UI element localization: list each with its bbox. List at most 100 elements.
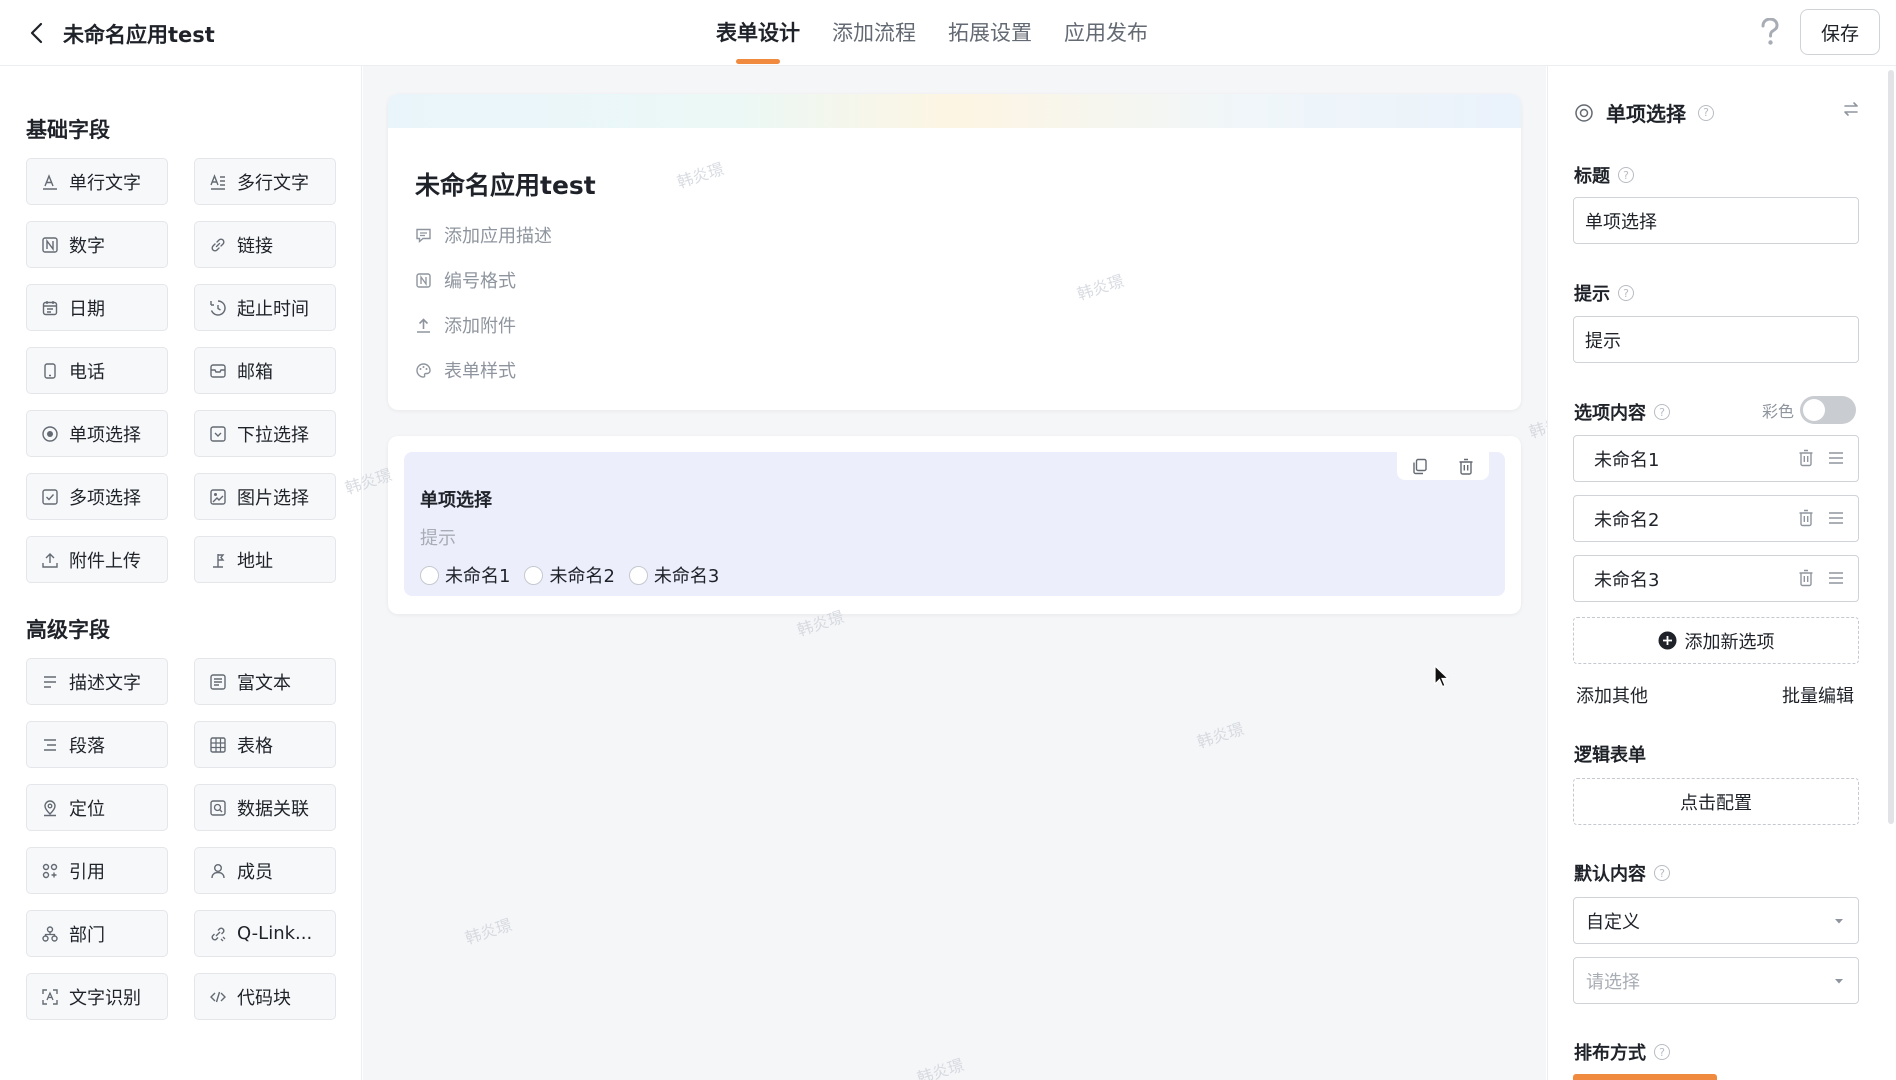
copy-icon: [1413, 458, 1427, 474]
drag-lines-icon: [1829, 572, 1843, 584]
tab-form-design[interactable]: 表单设计: [716, 0, 800, 66]
tab-add-flow[interactable]: 添加流程: [832, 0, 916, 66]
field-single-text[interactable]: 单行文字: [26, 158, 168, 205]
field-address[interactable]: 地址: [194, 536, 336, 583]
properties-header: 单项选择 ?: [1574, 98, 1714, 127]
field-department[interactable]: 部门: [26, 910, 168, 957]
tab-app-publish[interactable]: 应用发布: [1064, 0, 1148, 66]
ocr-icon: [42, 988, 58, 1005]
field-radio[interactable]: 单项选择: [26, 410, 168, 457]
delete-option-button[interactable]: [1798, 449, 1814, 472]
radio-option[interactable]: 未命名3: [628, 562, 719, 588]
add-other-link[interactable]: 添加其他: [1576, 682, 1648, 708]
text-multi-icon: [210, 173, 225, 190]
field-mail[interactable]: 邮箱: [194, 347, 336, 394]
logic-form-label: 逻辑表单: [1574, 741, 1646, 767]
field-paragraph[interactable]: 段落: [26, 721, 168, 768]
field-code[interactable]: 代码块: [194, 973, 336, 1020]
field-label: 图片选择: [237, 487, 309, 509]
option-text: 未命名3: [1594, 569, 1660, 591]
drag-handle[interactable]: [1828, 450, 1844, 471]
help-circle-icon[interactable]: ?: [1654, 1044, 1670, 1060]
hint-input[interactable]: [1573, 316, 1859, 363]
description-icon: [44, 675, 56, 688]
default-type-select[interactable]: 自定义: [1573, 897, 1859, 944]
help-circle-icon[interactable]: ?: [1654, 404, 1670, 420]
delete-field-button[interactable]: [1458, 458, 1474, 475]
help-circle-icon[interactable]: ?: [1618, 285, 1634, 301]
radio-field-card[interactable]: 单项选择 提示 未命名1 未命名2 未命名3: [388, 436, 1521, 614]
field-data-link[interactable]: 数据关联: [194, 784, 336, 831]
properties-title: 单项选择: [1606, 102, 1686, 126]
select-placeholder: 请选择: [1586, 971, 1640, 993]
swap-icon[interactable]: [1842, 100, 1860, 118]
field-label: 单项选择: [69, 424, 141, 446]
back-button[interactable]: [22, 18, 52, 48]
table-icon: [210, 736, 226, 753]
field-number[interactable]: 数字: [26, 221, 168, 268]
add-description-link[interactable]: 添加应用描述: [415, 222, 552, 248]
drag-lines-icon: [1829, 512, 1843, 524]
field-rich-text[interactable]: 富文本: [194, 658, 336, 705]
color-toggle-group: 彩色: [1762, 396, 1857, 424]
field-label: 数字: [69, 235, 105, 257]
field-ocr[interactable]: 文字识别: [26, 973, 168, 1020]
delete-option-button[interactable]: [1798, 569, 1814, 592]
option-row[interactable]: 未命名1: [1573, 435, 1859, 482]
field-checkbox[interactable]: 多项选择: [26, 473, 168, 520]
field-location[interactable]: 定位: [26, 784, 168, 831]
drag-handle[interactable]: [1828, 570, 1844, 591]
field-dropdown[interactable]: 下拉选择: [194, 410, 336, 457]
title-label-text: 标题: [1574, 166, 1610, 187]
help-button[interactable]: [1752, 14, 1788, 50]
properties-scrollbar[interactable]: [1888, 70, 1894, 824]
title-label: 标题?: [1574, 162, 1634, 188]
field-time-range[interactable]: 起止时间: [194, 284, 336, 331]
radio-option[interactable]: 未命名2: [524, 562, 615, 588]
field-image[interactable]: 图片选择: [194, 473, 336, 520]
option-row[interactable]: 未命名3: [1573, 555, 1859, 602]
help-circle-icon[interactable]: ?: [1698, 104, 1714, 121]
copy-field-button[interactable]: [1412, 458, 1428, 475]
field-label: 文字识别: [69, 987, 141, 1009]
field-table[interactable]: 表格: [194, 721, 336, 768]
field-q-link[interactable]: Q-Link...: [194, 910, 336, 957]
add-attachment-link[interactable]: 添加附件: [415, 312, 516, 338]
field-multi-text[interactable]: 多行文字: [194, 158, 336, 205]
field-description[interactable]: 描述文字: [26, 658, 168, 705]
add-option-button[interactable]: 添加新选项: [1573, 617, 1859, 664]
form-title[interactable]: 未命名应用test: [415, 166, 596, 202]
trash-icon: [1459, 458, 1473, 475]
batch-edit-link[interactable]: 批量编辑: [1782, 682, 1854, 708]
radio-options: 未命名1 未命名2 未命名3: [420, 562, 719, 588]
field-phone[interactable]: 电话: [26, 347, 168, 394]
field-member[interactable]: 成员: [194, 847, 336, 894]
option-row[interactable]: 未命名2: [1573, 495, 1859, 542]
form-style-link[interactable]: 表单样式: [415, 357, 516, 383]
title-input[interactable]: [1573, 197, 1859, 244]
number-format-link[interactable]: 编号格式: [415, 267, 516, 293]
layout-option-active-indicator[interactable]: [1573, 1074, 1717, 1080]
help-circle-icon[interactable]: ?: [1618, 167, 1634, 183]
field-actions: [1397, 452, 1489, 480]
color-toggle[interactable]: [1800, 396, 1857, 424]
form-header-card[interactable]: 未命名应用test 添加应用描述 编号格式 添加附件 表单样式: [388, 94, 1521, 410]
drag-lines-icon: [1829, 452, 1843, 464]
help-circle-icon[interactable]: ?: [1654, 865, 1670, 881]
click-config-button[interactable]: 点击配置: [1573, 778, 1859, 825]
radio-option[interactable]: 未命名1: [420, 562, 510, 588]
logic-form-label-text: 逻辑表单: [1574, 745, 1646, 766]
field-reference[interactable]: 引用: [26, 847, 168, 894]
field-link[interactable]: 链接: [194, 221, 336, 268]
field-date[interactable]: 日期: [26, 284, 168, 331]
phone-icon: [44, 362, 56, 379]
default-value-select[interactable]: 请选择: [1573, 957, 1859, 1004]
selected-field[interactable]: 单项选择 提示 未命名1 未命名2 未命名3: [404, 452, 1505, 596]
delete-option-button[interactable]: [1798, 509, 1814, 532]
trash-icon: [1799, 509, 1813, 527]
tab-extend-settings[interactable]: 拓展设置: [948, 0, 1032, 66]
save-button[interactable]: 保存: [1800, 9, 1880, 55]
trash-icon: [1799, 449, 1813, 467]
field-upload[interactable]: 附件上传: [26, 536, 168, 583]
drag-handle[interactable]: [1828, 510, 1844, 531]
